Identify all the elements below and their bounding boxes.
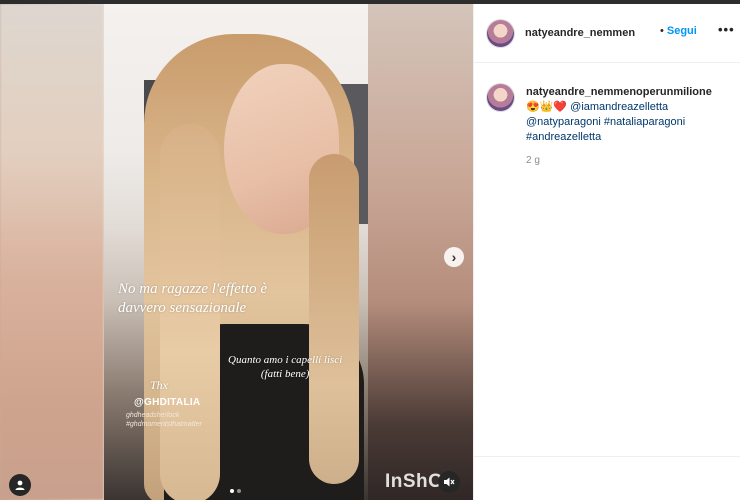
post-media[interactable]: No ma ragazze l'effetto è davvero sensaz… bbox=[0, 4, 473, 500]
caption-line-2[interactable]: @natyparagoni #nataliaparagoni bbox=[526, 115, 685, 130]
story-brand-subtext: ghdheadsherlock #ghdmomentsthatmatter bbox=[126, 411, 202, 429]
speaker-muted-icon bbox=[444, 477, 455, 487]
mute-button[interactable] bbox=[438, 471, 460, 493]
story-subtext-line-2: #ghdmomentsthatmatter bbox=[126, 421, 202, 428]
post-timestamp[interactable]: 2 g bbox=[526, 155, 540, 166]
more-options-button[interactable]: ••• bbox=[718, 22, 735, 37]
follow-label: Segui bbox=[666, 25, 697, 37]
mention-link-1[interactable]: @iamandreazelletta bbox=[570, 101, 668, 113]
next-slide-button[interactable]: › bbox=[444, 247, 464, 267]
author-username[interactable]: natyeandre_nemmenoperu bbox=[525, 27, 635, 39]
more-horizontal-icon: ••• bbox=[718, 22, 735, 37]
follow-separator: • bbox=[660, 25, 664, 37]
post-side-panel: natyeandre_nemmenoperu •Segui ••• natyea… bbox=[473, 4, 740, 500]
tagged-users-button[interactable] bbox=[9, 474, 31, 496]
carousel-indicator bbox=[230, 489, 241, 493]
carousel-dot bbox=[237, 489, 241, 493]
story-caption-line-2: davvero sensazionale bbox=[118, 300, 247, 316]
story-caption-quote: Quanto amo i capelli lisci (fatti bene) bbox=[228, 353, 342, 381]
caption-line-1: 😍👑❤️ @iamandreazelletta bbox=[526, 100, 668, 115]
caption-username[interactable]: natyeandre_nemmenoperunmilione bbox=[526, 86, 712, 98]
story-caption-main: No ma ragazze l'effetto è davvero sensaz… bbox=[118, 280, 267, 318]
post-footer bbox=[474, 456, 740, 501]
story-quote-line-2: (fatti bene) bbox=[260, 368, 310, 380]
caption-author-avatar[interactable] bbox=[487, 84, 514, 111]
post-header: natyeandre_nemmenoperu •Segui ••• bbox=[474, 4, 740, 63]
author-avatar[interactable] bbox=[487, 20, 514, 47]
story-subtext-line-1: ghdheadsherlock bbox=[126, 412, 180, 419]
story-thx: Thx bbox=[150, 378, 168, 392]
story-quote-line-1: Quanto amo i capelli lisci bbox=[228, 354, 343, 366]
follow-button[interactable]: • Segui bbox=[660, 25, 697, 37]
media-blur-left bbox=[0, 4, 104, 500]
user-icon bbox=[15, 480, 25, 490]
story-brand-tag[interactable]: @GHDITALIA bbox=[134, 397, 200, 408]
person-hair-front-right bbox=[309, 154, 359, 484]
story-caption-line-1: No ma ragazze l'effetto è bbox=[118, 281, 268, 297]
chevron-right-icon: › bbox=[451, 249, 457, 265]
caption-emojis: 😍👑❤️ bbox=[526, 101, 568, 113]
caption-line-3[interactable]: #andreazelletta bbox=[526, 130, 601, 145]
carousel-dot-active bbox=[230, 489, 234, 493]
